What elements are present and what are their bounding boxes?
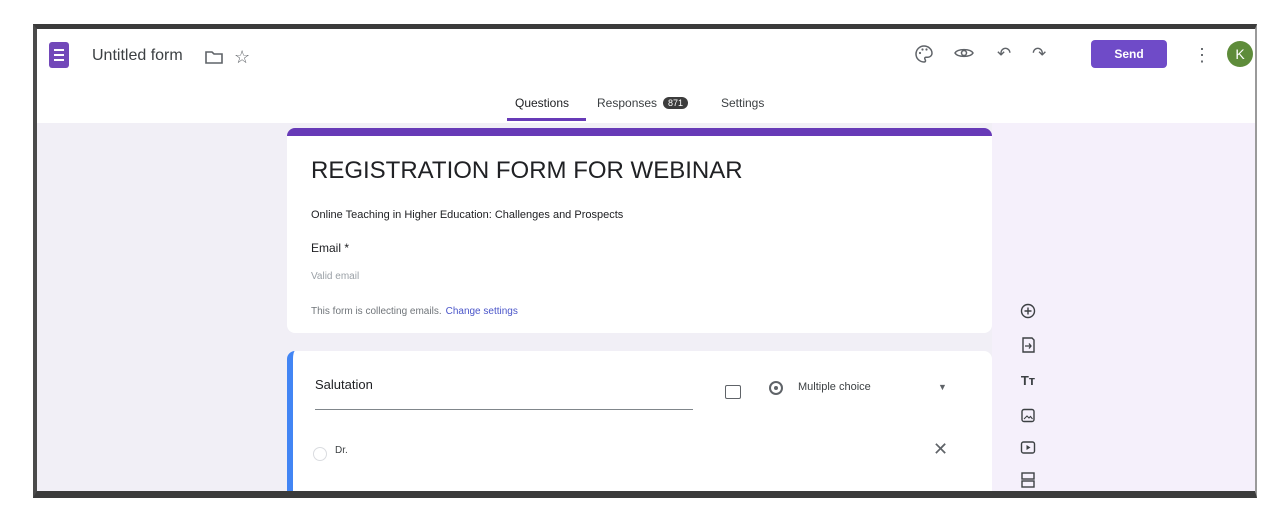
email-label: Email * bbox=[311, 241, 350, 255]
avatar[interactable]: K bbox=[1227, 41, 1253, 67]
add-title-icon[interactable]: Tт bbox=[1011, 373, 1045, 388]
form-heading[interactable]: REGISTRATION FORM FOR WEBINAR bbox=[311, 157, 743, 185]
tab-responses[interactable]: Responses 871 bbox=[597, 96, 689, 110]
palette-icon[interactable] bbox=[914, 44, 934, 64]
add-question-icon[interactable] bbox=[1011, 303, 1045, 319]
form-title-field[interactable]: Untitled form bbox=[92, 47, 183, 65]
tab-questions[interactable]: Questions bbox=[515, 96, 569, 110]
add-video-icon[interactable] bbox=[1011, 440, 1045, 456]
email-placeholder: Valid email bbox=[311, 271, 360, 282]
add-section-icon[interactable] bbox=[1011, 472, 1045, 488]
forms-logo-icon bbox=[49, 42, 69, 68]
add-image-icon-sidebar[interactable] bbox=[1011, 408, 1045, 424]
top-bar: Untitled form ☆ ↶ ↷ Send ⋮ K bbox=[37, 29, 1255, 89]
import-questions-icon[interactable] bbox=[1011, 337, 1045, 353]
redo-icon[interactable]: ↷ bbox=[1032, 45, 1046, 63]
more-vert-icon[interactable]: ⋮ bbox=[1193, 45, 1211, 66]
send-button[interactable]: Send bbox=[1091, 40, 1167, 68]
form-header-card[interactable]: REGISTRATION FORM FOR WEBINAR Online Tea… bbox=[287, 128, 992, 333]
option-radio bbox=[313, 447, 327, 461]
undo-icon[interactable]: ↶ bbox=[997, 45, 1011, 63]
collecting-emails-note: This form is collecting emails. Change se… bbox=[311, 306, 518, 317]
active-tab-indicator bbox=[507, 118, 586, 121]
browser-frame: Untitled form ☆ ↶ ↷ Send ⋮ K Questions R… bbox=[33, 24, 1257, 498]
add-image-icon[interactable] bbox=[725, 385, 741, 399]
tab-settings[interactable]: Settings bbox=[721, 96, 764, 110]
tab-bar: Questions Responses 871 Settings bbox=[37, 89, 1255, 123]
star-icon[interactable]: ☆ bbox=[234, 48, 250, 66]
preview-icon[interactable] bbox=[954, 46, 974, 60]
question-type-select[interactable]: Multiple choice bbox=[798, 381, 871, 393]
help-icon[interactable]: ? bbox=[1201, 493, 1215, 498]
collecting-emails-text: This form is collecting emails. bbox=[311, 306, 442, 317]
form-canvas: REGISTRATION FORM FOR WEBINAR Online Tea… bbox=[37, 123, 1255, 498]
question-card[interactable]: Salutation Multiple choice ▼ Dr. ✕ bbox=[287, 351, 992, 491]
question-title-input[interactable]: Salutation bbox=[315, 361, 693, 410]
folder-icon[interactable] bbox=[205, 50, 223, 64]
tab-responses-label: Responses bbox=[597, 96, 658, 110]
remove-option-icon[interactable]: ✕ bbox=[933, 439, 948, 460]
chevron-down-icon[interactable]: ▼ bbox=[938, 382, 947, 392]
responses-count-badge: 871 bbox=[663, 97, 689, 109]
radio-type-icon bbox=[769, 381, 783, 395]
change-settings-link[interactable]: Change settings bbox=[446, 306, 518, 317]
option-label[interactable]: Dr. bbox=[335, 445, 348, 456]
form-description[interactable]: Online Teaching in Higher Education: Cha… bbox=[311, 209, 623, 221]
